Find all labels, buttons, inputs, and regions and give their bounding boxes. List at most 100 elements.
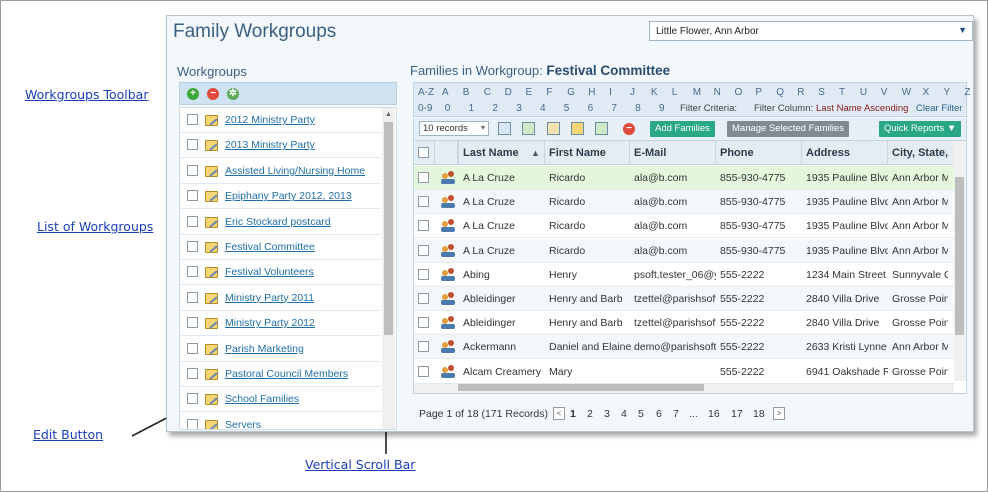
row-checkbox[interactable] xyxy=(187,114,198,125)
alpha-filter-p[interactable]: P xyxy=(755,87,762,98)
row-checkbox[interactable] xyxy=(418,293,429,304)
row-checkbox[interactable] xyxy=(187,215,198,227)
grid-vertical-scrollbar[interactable] xyxy=(953,141,966,381)
scroll-up-icon[interactable]: ▲ xyxy=(385,111,392,118)
table-row[interactable]: Ableidinger Henry and Barb tzettel@parishs… xyxy=(414,287,954,311)
table-row[interactable]: A La Cruze Ricardo ala@b.com 855-930-4775 19… xyxy=(414,166,954,190)
alpha-filter-t[interactable]: T xyxy=(839,87,845,98)
table-row[interactable]: A La Cruze Ricardo ala@b.com 855-930-4775 19… xyxy=(414,190,954,215)
add-families-button[interactable]: Add Families xyxy=(650,121,715,137)
alpha-filter-i[interactable]: I xyxy=(609,87,612,98)
alpha-filter-q[interactable]: Q xyxy=(776,87,784,98)
row-checkbox[interactable] xyxy=(187,241,198,252)
workgroup-link[interactable]: Ministry Party 2011 xyxy=(225,292,314,304)
alpha-filter-z[interactable]: Z xyxy=(964,87,970,98)
page-link[interactable]: 4 xyxy=(621,408,627,420)
workgroup-link[interactable]: Eric Stockard postcard xyxy=(225,216,331,228)
column-header[interactable]: Last Name xyxy=(463,147,519,159)
alpha-filter-0[interactable]: 0 xyxy=(445,103,451,114)
manage-selected-families-button[interactable]: Manage Selected Families xyxy=(727,121,849,137)
alpha-filter-c[interactable]: C xyxy=(484,87,491,98)
workgroups-vertical-scrollbar[interactable]: ▲ xyxy=(382,108,395,429)
quick-reports-button[interactable]: Quick Reports ▼ xyxy=(879,121,962,137)
edit-icon[interactable] xyxy=(205,419,218,429)
column-header[interactable]: Phone xyxy=(720,147,754,159)
row-checkbox[interactable] xyxy=(418,196,429,208)
table-row[interactable]: A La Cruze Ricardo ala@b.com 855-930-4775 19… xyxy=(414,238,954,263)
alpha-filter-e[interactable]: E xyxy=(526,87,533,98)
alpha-filter-5[interactable]: 5 xyxy=(564,103,570,114)
next-page-icon[interactable]: > xyxy=(773,407,785,420)
row-checkbox[interactable] xyxy=(418,220,429,232)
row-checkbox[interactable] xyxy=(187,342,198,354)
page-link[interactable]: 2 xyxy=(587,408,593,420)
edit-icon[interactable] xyxy=(205,343,218,355)
scrollbar-thumb[interactable] xyxy=(458,383,704,391)
label-icon[interactable] xyxy=(571,122,584,135)
workgroup-link[interactable]: Pastoral Council Members xyxy=(225,368,348,380)
alpha-filter-a-z[interactable]: A-Z xyxy=(418,87,434,98)
alpha-filter-6[interactable]: 6 xyxy=(588,103,594,114)
column-header[interactable]: City, State, xyxy=(892,147,948,159)
row-checkbox[interactable] xyxy=(418,341,429,353)
alpha-filter-2[interactable]: 2 xyxy=(492,103,498,114)
column-header[interactable]: First Name xyxy=(549,147,606,159)
select-all-checkbox[interactable] xyxy=(418,147,429,158)
share-icon[interactable]: ✲ xyxy=(227,88,239,100)
table-row[interactable]: Ackermann Daniel and Elaine demo@parishsof… xyxy=(414,335,954,360)
column-header[interactable]: E-Mail xyxy=(634,147,666,159)
alpha-filter-k[interactable]: K xyxy=(651,87,658,98)
alpha-filter-1[interactable]: 1 xyxy=(469,103,475,114)
row-checkbox[interactable] xyxy=(418,244,429,256)
workgroup-link[interactable]: Festival Committee xyxy=(225,241,315,253)
alpha-filter-y[interactable]: Y xyxy=(944,87,951,98)
workgroup-link[interactable]: Ministry Party 2012 xyxy=(225,317,315,329)
alpha-filter-7[interactable]: 7 xyxy=(611,103,617,114)
workgroup-link[interactable]: Assisted Living/Nursing Home xyxy=(225,165,365,177)
row-checkbox[interactable] xyxy=(418,172,429,183)
row-checkbox[interactable] xyxy=(187,266,198,278)
prev-page-icon[interactable]: < xyxy=(553,407,565,420)
alpha-filter-j[interactable]: J xyxy=(630,87,635,98)
excel-icon[interactable] xyxy=(595,122,608,135)
page-link[interactable]: 17 xyxy=(731,408,743,420)
alpha-filter-m[interactable]: M xyxy=(693,87,701,98)
workgroup-link[interactable]: Servers xyxy=(225,419,261,429)
edit-icon[interactable] xyxy=(205,394,218,406)
alpha-filter-n[interactable]: N xyxy=(714,87,721,98)
table-row[interactable]: Ableidinger Henry and Barb tzettel@parishs… xyxy=(414,311,954,336)
alpha-filter-0-9[interactable]: 0-9 xyxy=(418,103,432,114)
workgroup-link[interactable]: Epiphany Party 2012, 2013 xyxy=(225,190,352,202)
workgroup-link[interactable]: Parish Marketing xyxy=(225,343,304,355)
page-link[interactable]: 6 xyxy=(656,408,662,420)
parish-select[interactable]: Little Flower, Ann Arbor ▼ xyxy=(649,21,973,41)
edit-icon[interactable] xyxy=(205,165,218,177)
table-row[interactable]: A La Cruze Ricardo ala@b.com 855-930-4775 19… xyxy=(414,214,954,239)
remove-icon[interactable]: − xyxy=(207,88,219,100)
delete-icon[interactable]: − xyxy=(623,123,635,135)
page-link[interactable]: 7 xyxy=(673,408,679,420)
alpha-filter-r[interactable]: R xyxy=(797,87,804,98)
alpha-filter-a[interactable]: A xyxy=(442,87,449,98)
page-link[interactable]: 18 xyxy=(753,408,765,420)
edit-icon[interactable] xyxy=(205,191,218,203)
export-icon[interactable] xyxy=(498,122,511,135)
page-link[interactable]: 1 xyxy=(570,408,576,420)
table-row[interactable]: Alcam Creamery Mary 555-2222 6941 Oakshade … xyxy=(414,359,954,384)
row-checkbox[interactable] xyxy=(187,190,198,202)
scrollbar-thumb[interactable] xyxy=(955,177,964,335)
edit-icon[interactable] xyxy=(205,267,218,279)
edit-icon[interactable] xyxy=(205,216,218,228)
workgroup-link[interactable]: 2013 Ministry Party xyxy=(225,139,315,151)
alpha-filter-8[interactable]: 8 xyxy=(635,103,641,114)
refresh-icon[interactable] xyxy=(522,122,535,135)
records-per-page-select[interactable]: 10 records ▾ xyxy=(419,121,489,136)
row-checkbox[interactable] xyxy=(187,291,198,303)
alpha-filter-x[interactable]: X xyxy=(923,87,930,98)
row-checkbox[interactable] xyxy=(187,164,198,176)
row-checkbox[interactable] xyxy=(187,139,198,151)
alpha-filter-v[interactable]: V xyxy=(881,87,888,98)
column-header[interactable]: Address xyxy=(806,147,850,159)
clear-filter-link[interactable]: Clear Filter xyxy=(916,103,962,114)
row-checkbox[interactable] xyxy=(418,365,429,377)
